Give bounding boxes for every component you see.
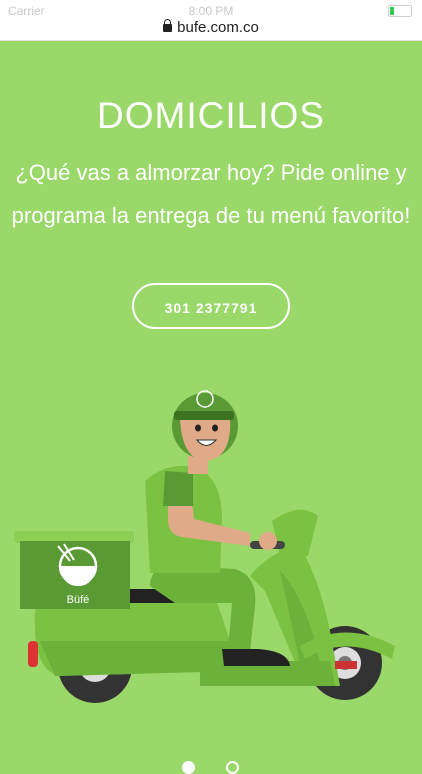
carousel-dot-1[interactable] [182, 761, 195, 774]
box-brand-label: Büfé [67, 594, 90, 606]
clock: 8:00 PM [188, 4, 234, 18]
url-display[interactable]: bufe.com.co [0, 19, 422, 36]
page-title: DOMICILIOS [97, 95, 325, 136]
hero-section: DOMICILIOS ¿Qué vas a almorzar hoy? Pide… [0, 41, 422, 774]
phone-button[interactable]: 301 2377791 [132, 283, 290, 329]
url-text: bufe.com.co [177, 19, 259, 36]
battery-icon [388, 5, 412, 17]
carousel-dot-2[interactable] [226, 761, 239, 774]
delivery-box: Büfé [14, 531, 134, 609]
hero-subtitle: ¿Qué vas a almorzar hoy? Pide online y p… [11, 160, 411, 228]
delivery-scooter-illustration: Büfé [14, 390, 395, 703]
lock-icon [163, 19, 173, 32]
rider-head [172, 390, 238, 461]
address-bar[interactable]: bufe.com.co [0, 18, 422, 41]
